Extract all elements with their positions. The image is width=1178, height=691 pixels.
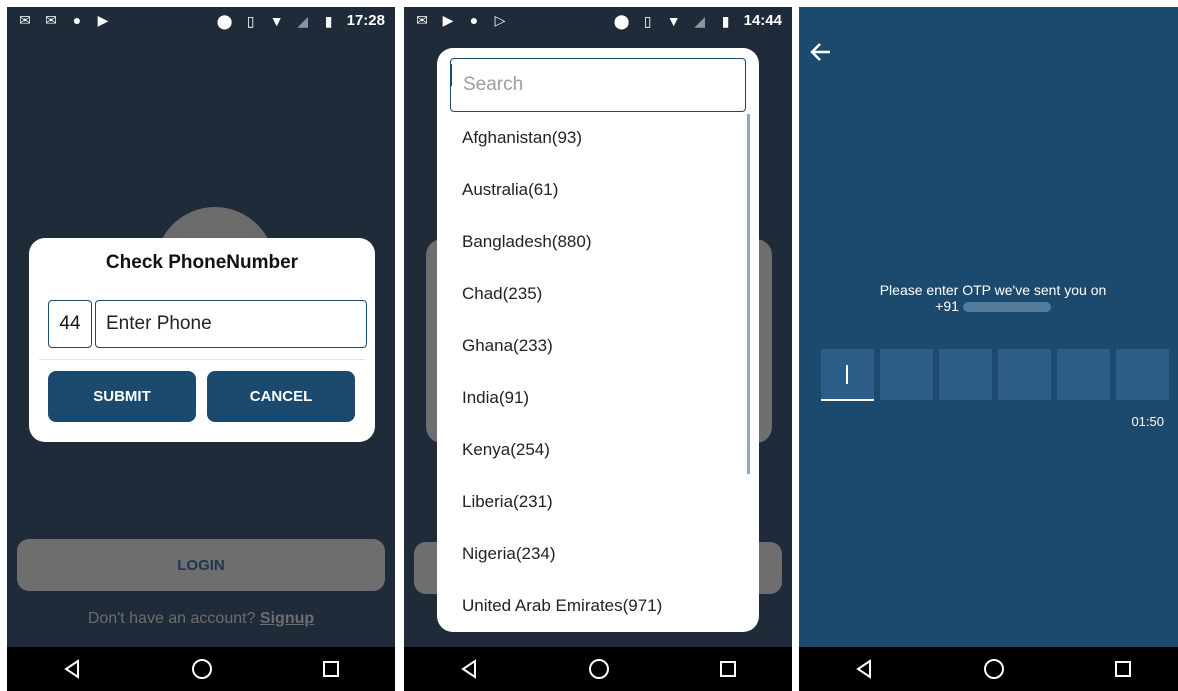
battery-charging-icon: ▮ [324,12,333,29]
country-item[interactable]: Ghana(233) [437,320,759,372]
country-item[interactable]: Bangladesh(880) [437,216,759,268]
mail-icon: ✉ [416,12,428,28]
otp-digit-input[interactable] [998,349,1051,400]
recents-icon[interactable] [322,660,340,678]
country-item[interactable]: Nigeria(234) [437,528,759,580]
dialog-divider [39,359,365,360]
country-picker: Search Afghanistan(93) Australia(61) Bangl… [437,48,759,632]
country-item[interactable]: India(91) [437,372,759,424]
check-phone-dialog: Check PhoneNumber 44 Enter Phone SUBMIT … [29,238,375,442]
no-sim-icon: ◢ [694,12,706,29]
country-item[interactable]: Kenya(254) [437,424,759,476]
otp-message: Please enter OTP we've sent you on +91 [799,282,1178,314]
home-icon[interactable] [588,658,610,680]
home-icon[interactable] [983,658,1005,680]
battery-charging-icon: ▮ [721,12,730,29]
status-bar: ✉ ✉ ● ▶ ⬤ ▯ ▼ ◢ ▮ 17:28 [7,7,395,35]
mail-icon: ✉ [45,12,57,28]
android-icon: ● [469,12,479,28]
no-sim-icon: ◢ [297,12,309,29]
play-icon: ▶ [442,12,454,28]
otp-message-text: Please enter OTP we've sent you on [879,282,1107,298]
search-input[interactable]: Search [450,58,746,112]
otp-digit-input[interactable] [880,349,933,400]
mail-icon: ✉ [19,12,31,28]
android-icon: ● [72,12,82,28]
recents-icon[interactable] [719,660,737,678]
country-item[interactable]: Liberia(231) [437,476,759,528]
back-icon[interactable] [459,659,479,679]
navigation-bar [799,647,1178,691]
status-time: 17:28 [346,12,385,29]
text-cursor [846,365,848,384]
masked-phone-number [962,302,1051,313]
signup-prompt: Don't have an account? Signup [7,610,395,628]
location-icon: ⬤ [613,12,630,29]
country-list: Afghanistan(93) Australia(61) Bangladesh(8… [437,112,759,632]
phone-input[interactable]: Enter Phone [95,300,367,348]
vibrate-icon: ▯ [643,12,652,29]
dialog-title: Check PhoneNumber [105,252,299,273]
resend-timer: 01:50 [1131,414,1164,429]
recents-icon[interactable] [1114,660,1132,678]
phone-prefix: +91 [935,298,959,314]
country-picker-screen: ✉ ▶ ● ▷ ⬤ ▯ ▼ ◢ ▮ 14:44 Search Afghanist… [404,7,792,691]
wifi-icon: ▼ [269,12,284,29]
navigation-bar [7,647,395,691]
country-code-field[interactable]: 44 [48,300,92,348]
scrollbar[interactable] [747,114,750,474]
otp-phone: +91 [799,298,1178,314]
wifi-icon: ▼ [666,12,681,29]
play-outline-icon: ▷ [494,12,506,28]
back-icon[interactable] [854,659,874,679]
back-arrow-icon[interactable] [809,40,833,64]
cancel-button[interactable]: CANCEL [207,371,355,422]
otp-screen: Please enter OTP we've sent you on +91 0… [799,7,1178,691]
login-button[interactable]: LOGIN [17,539,385,591]
country-item[interactable]: United Arab Emirates(971) [437,580,759,632]
otp-digit-input[interactable] [1116,349,1169,400]
otp-digit-input[interactable] [821,349,874,401]
back-icon[interactable] [62,659,82,679]
active-underline [821,399,874,401]
text-cursor [451,64,452,86]
location-icon: ⬤ [216,12,233,29]
status-time: 14:44 [743,12,782,29]
phone-check-screen: ✉ ✉ ● ▶ ⬤ ▯ ▼ ◢ ▮ 17:28 LOGIN Don't have… [7,7,395,691]
otp-digit-input[interactable] [939,349,992,400]
navigation-bar [404,647,792,691]
otp-digit-input[interactable] [1057,349,1110,400]
country-item[interactable]: Chad(235) [437,268,759,320]
vibrate-icon: ▯ [246,12,255,29]
country-item[interactable]: Afghanistan(93) [437,112,759,164]
otp-input-row [821,349,1169,401]
status-bar: ✉ ▶ ● ▷ ⬤ ▯ ▼ ◢ ▮ 14:44 [404,7,792,35]
submit-button[interactable]: SUBMIT [48,371,196,422]
signup-prompt-text: Don't have an account? [87,610,256,627]
home-icon[interactable] [191,658,213,680]
signup-link[interactable]: Signup [260,610,314,627]
country-item[interactable]: Australia(61) [437,164,759,216]
play-icon: ▶ [97,12,109,28]
